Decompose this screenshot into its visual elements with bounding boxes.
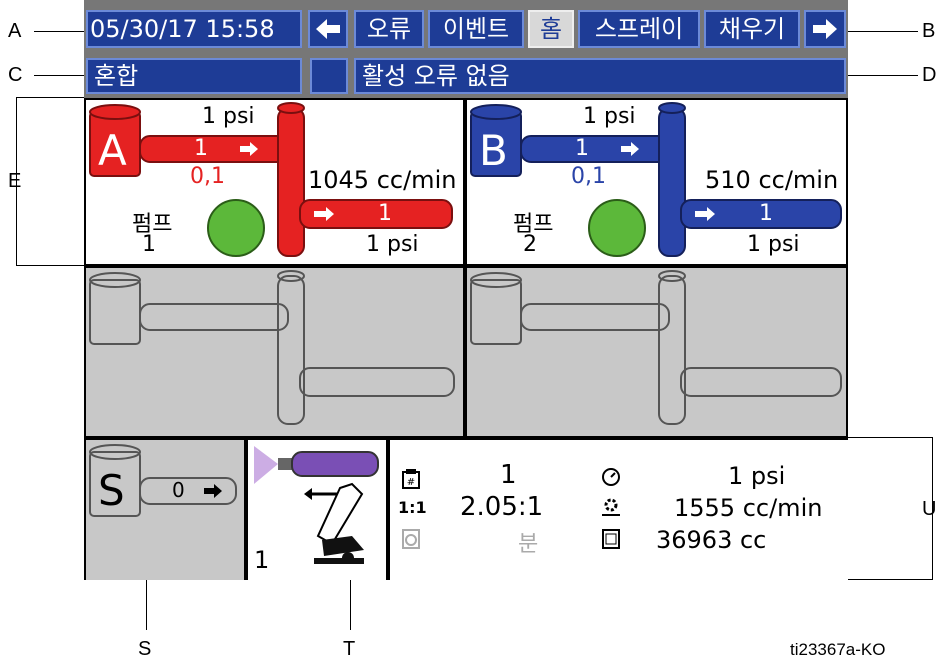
gun-panel[interactable]: 1 [248,440,386,580]
figure-id: ti23367a-KO [790,640,886,659]
callout-c: C [8,64,23,86]
pump-c-outline [89,270,455,425]
solvent-panel[interactable]: S 0 [86,440,244,580]
datetime-field[interactable]: 05/30/17 15:58 [86,10,302,48]
time-unit: 분 [518,532,539,557]
callout-e-bracket-t [16,97,84,98]
svg-text:#: # [407,477,415,488]
callout-d: D [922,64,937,86]
flow-gear-icon [602,498,620,516]
callout-a-line [34,31,90,32]
error-status-field: 활성 오류 없음 [354,58,846,94]
pump-b-flow-value: 1 [575,136,589,161]
pressure-gauge-icon [602,468,620,486]
pump-a-outlet-value: 1 [378,201,392,226]
flow-rate-value: 1555 cc/min [674,494,823,522]
back-arrow-button[interactable] [308,10,348,48]
timer-icon [402,529,420,549]
callout-b: B [922,20,936,42]
pump-a-flow-value: 1 [194,136,208,161]
tab-home[interactable]: 홈 [528,10,574,48]
pump-d-outline [470,270,842,425]
summary-panel: # 1:1 1 2.05:1 분 1 psi 1555 cc/min 36963… [390,440,848,580]
arrow-right-icon [813,19,837,39]
forward-arrow-button[interactable] [804,10,846,48]
display-screen: 05/30/17 15:58 오류 이벤트 홈 스프레이 채우기 혼합 활성 오… [84,0,848,580]
callout-e-bracket-b [16,265,84,266]
callout-a: A [8,20,22,42]
callout-s: S [138,638,152,660]
pump-b-outlet-pressure: 1 psi [747,232,800,257]
pump-b-panel[interactable]: B 1 psi 1 0,1 510 cc/min 펌프 2 1 1 psi [467,100,846,264]
status-indicator [310,58,348,94]
callout-d-line [836,75,918,76]
callout-u-bracket-t [848,437,933,438]
mode-field: 혼합 [86,58,302,94]
solvent-value: 0 [172,478,185,502]
callout-e-bracket-v [16,97,17,265]
tab-fill[interactable]: 채우기 [704,10,800,48]
pump-b-number: 2 [523,232,537,257]
callout-e: E [8,170,22,192]
status-bar: 혼합 활성 오류 없음 [84,54,848,98]
callout-u-bracket-b [848,579,933,580]
volume-value: 36963 cc [656,526,767,554]
tab-errors[interactable]: 오류 [354,10,424,48]
totalizer-icon [602,529,620,549]
arrow-left-icon [316,19,340,39]
pump-b-outlet-value: 1 [759,201,773,226]
pump-b-ratio: 0,1 [571,164,606,189]
pressure-value: 1 psi [728,462,786,490]
pump-d-panel[interactable] [467,268,846,436]
callout-u: U [922,498,937,520]
callout-c-line [34,75,90,76]
recipe-icon: # [402,469,420,489]
pump-a-panel[interactable]: A 1 psi 1 0,1 1045 cc/min 펌프 1 1 1 psi [86,100,463,264]
pump-b-flow-rate: 510 cc/min [705,166,839,194]
tab-events[interactable]: 이벤트 [428,10,524,48]
solvent-letter: S [98,466,125,515]
gun-number: 1 [254,546,270,574]
pump-b-inlet-pressure: 1 psi [583,104,636,129]
pump-a-ratio: 0,1 [190,164,225,189]
pump-a-number: 1 [142,232,156,257]
ratio-value: 2.05:1 [460,492,544,522]
pump-a-letter: A [98,126,127,175]
tab-spray[interactable]: 스프레이 [578,10,700,48]
pump-a-flow-rate: 1045 cc/min [308,166,457,194]
callout-t: T [343,638,356,660]
pump-c-panel[interactable] [86,268,463,436]
navigation-bar: 05/30/17 15:58 오류 이벤트 홈 스프레이 채우기 [84,0,848,54]
pump-b-letter: B [479,126,508,175]
pump-a-outlet-pressure: 1 psi [366,232,419,257]
callout-u-bracket-v [932,437,933,580]
recipe-value: 1 [500,460,517,490]
pump-a-inlet-pressure: 1 psi [202,104,255,129]
callout-b-line [836,31,918,32]
ratio-label: 1:1 [398,498,427,517]
